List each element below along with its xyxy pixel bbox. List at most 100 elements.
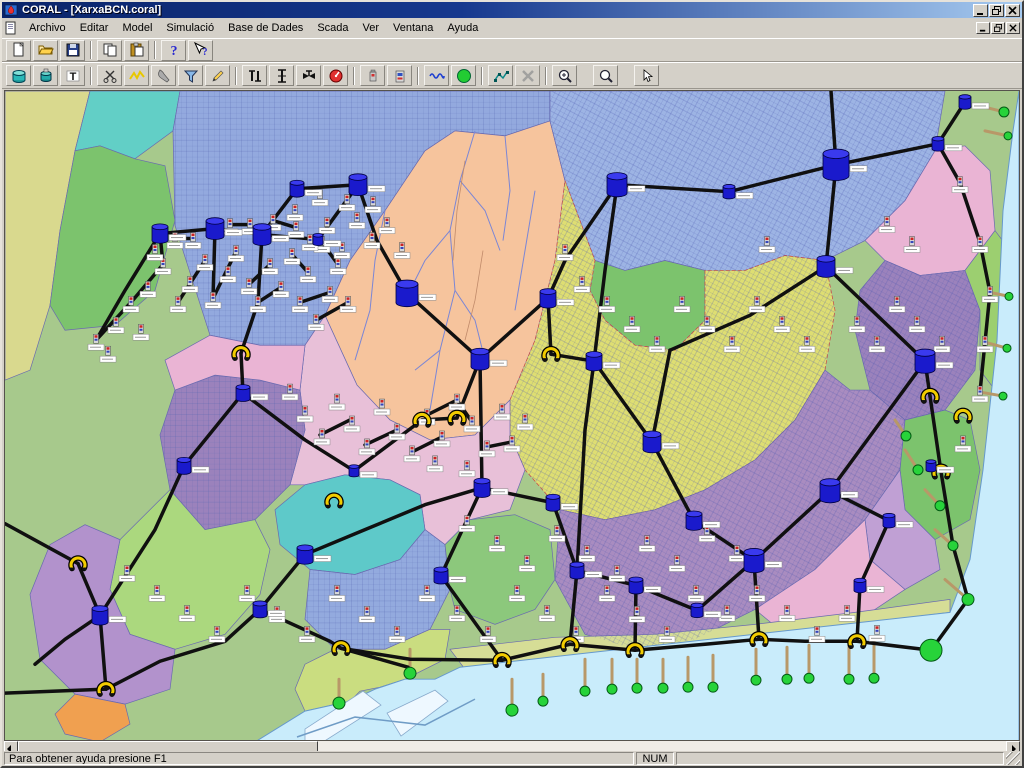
toolbar-separator bbox=[353, 67, 355, 85]
source-node[interactable] bbox=[1003, 344, 1011, 352]
menu-items: ArchivoEditarModelSimulacióBase de Dades… bbox=[22, 19, 485, 37]
source-node[interactable] bbox=[538, 696, 548, 706]
close-icon bbox=[1008, 6, 1017, 15]
source-node[interactable] bbox=[1005, 292, 1013, 300]
menu-ventana[interactable]: Ventana bbox=[386, 19, 440, 37]
menu-scada[interactable]: Scada bbox=[310, 19, 355, 37]
zoom-tool-button[interactable] bbox=[593, 65, 618, 86]
pipe[interactable] bbox=[480, 359, 482, 488]
source-node[interactable] bbox=[962, 593, 974, 605]
label-tool-button[interactable]: T bbox=[60, 65, 85, 86]
edit-tool-icon bbox=[210, 68, 226, 84]
source-tool-button[interactable] bbox=[451, 65, 476, 86]
path-tool-icon bbox=[493, 68, 509, 84]
gauge-tool-button[interactable] bbox=[323, 65, 348, 86]
menu-ver[interactable]: Ver bbox=[356, 19, 387, 37]
source-node[interactable] bbox=[708, 682, 718, 692]
pipe[interactable] bbox=[759, 639, 857, 641]
minimize-button[interactable] bbox=[973, 4, 988, 17]
pliers-tool-icon bbox=[156, 68, 172, 84]
source-node[interactable] bbox=[580, 686, 590, 696]
meter-tool-button[interactable] bbox=[387, 65, 412, 86]
source-node[interactable] bbox=[935, 501, 945, 511]
context-help-button[interactable]: ? bbox=[188, 40, 213, 61]
document-icon[interactable] bbox=[4, 21, 20, 35]
menu-editar[interactable]: Editar bbox=[73, 19, 116, 37]
mdi-close-button[interactable] bbox=[1006, 22, 1020, 34]
source-node[interactable] bbox=[920, 639, 942, 661]
cut-tool-button[interactable] bbox=[97, 65, 122, 86]
hydrant-tool-button[interactable] bbox=[360, 65, 385, 86]
menu-base-de-dades[interactable]: Base de Dades bbox=[221, 19, 310, 37]
source-node[interactable] bbox=[751, 675, 761, 685]
filter-tool-button[interactable] bbox=[178, 65, 203, 86]
source-node[interactable] bbox=[658, 683, 668, 693]
source-node[interactable] bbox=[999, 107, 1009, 117]
toolbar-separator bbox=[90, 67, 92, 85]
river-tool-button[interactable] bbox=[424, 65, 449, 86]
source-node[interactable] bbox=[1004, 132, 1012, 140]
source-node[interactable] bbox=[506, 704, 518, 716]
open-file-button[interactable] bbox=[33, 40, 58, 61]
status-extra-panel bbox=[676, 752, 1004, 765]
close-button[interactable] bbox=[1005, 4, 1020, 17]
edit-tool-button[interactable] bbox=[205, 65, 230, 86]
pipe-tool-button[interactable] bbox=[242, 65, 267, 86]
app-window: CORAL - [XarxaBCN.coral] ArchivoEditarMo… bbox=[0, 0, 1024, 768]
cut-tool-icon bbox=[102, 68, 118, 84]
source-node[interactable] bbox=[782, 674, 792, 684]
valve-tool-button[interactable] bbox=[296, 65, 321, 86]
titlebar[interactable]: CORAL - [XarxaBCN.coral] bbox=[2, 2, 1022, 18]
restore-button[interactable] bbox=[989, 4, 1004, 17]
source-node[interactable] bbox=[404, 667, 416, 679]
mdi-minimize-button[interactable] bbox=[976, 22, 990, 34]
save-file-button[interactable] bbox=[60, 40, 85, 61]
copy-button[interactable] bbox=[97, 40, 122, 61]
menu-ayuda[interactable]: Ayuda bbox=[440, 19, 485, 37]
window-title: CORAL - [XarxaBCN.coral] bbox=[22, 4, 161, 16]
menu-model[interactable]: Model bbox=[115, 19, 159, 37]
svg-text:?: ? bbox=[202, 47, 207, 58]
paste-button[interactable] bbox=[124, 40, 149, 61]
source-node[interactable] bbox=[683, 682, 693, 692]
tank-tool-button[interactable] bbox=[6, 65, 31, 86]
source-node[interactable] bbox=[844, 674, 854, 684]
node-tool-button[interactable] bbox=[269, 65, 294, 86]
toolbar-separator bbox=[90, 41, 92, 59]
context-help-icon: ? bbox=[193, 42, 209, 58]
source-node[interactable] bbox=[948, 541, 958, 551]
river-tool-icon bbox=[429, 68, 445, 84]
toolbar-separator bbox=[235, 67, 237, 85]
source-node[interactable] bbox=[901, 431, 911, 441]
help-icon: ? bbox=[166, 42, 182, 58]
zoom-in-tool-button[interactable] bbox=[552, 65, 577, 86]
source-node[interactable] bbox=[869, 673, 879, 683]
path-tool-button[interactable] bbox=[488, 65, 513, 86]
pipe-tool-icon bbox=[247, 68, 263, 84]
menu-archivo[interactable]: Archivo bbox=[22, 19, 73, 37]
source-node[interactable] bbox=[632, 683, 642, 693]
reservoir-tool-icon bbox=[38, 68, 54, 84]
reservoir-tool-button[interactable] bbox=[33, 65, 58, 86]
pointer-tool-button[interactable] bbox=[634, 65, 659, 86]
delete-tool-button[interactable] bbox=[515, 65, 540, 86]
polyline-tool-button[interactable] bbox=[124, 65, 149, 86]
gauge-tool-icon bbox=[328, 68, 344, 84]
meter-tool-icon bbox=[392, 68, 408, 84]
source-node[interactable] bbox=[607, 684, 617, 694]
new-file-button[interactable] bbox=[6, 40, 31, 61]
source-node[interactable] bbox=[999, 392, 1007, 400]
copy-icon bbox=[102, 42, 118, 58]
source-node[interactable] bbox=[333, 697, 345, 709]
source-node[interactable] bbox=[913, 465, 923, 475]
app-icon bbox=[4, 3, 19, 17]
network-map[interactable] bbox=[5, 91, 1019, 740]
menu-simulaci-[interactable]: Simulació bbox=[159, 19, 221, 37]
resize-grip[interactable] bbox=[1006, 752, 1020, 765]
pliers-tool-button[interactable] bbox=[151, 65, 176, 86]
mdi-restore-button[interactable] bbox=[991, 22, 1005, 34]
toolbar-separator bbox=[481, 67, 483, 85]
source-node[interactable] bbox=[804, 673, 814, 683]
zoom-tool-icon bbox=[598, 68, 614, 84]
help-button[interactable]: ? bbox=[161, 40, 186, 61]
